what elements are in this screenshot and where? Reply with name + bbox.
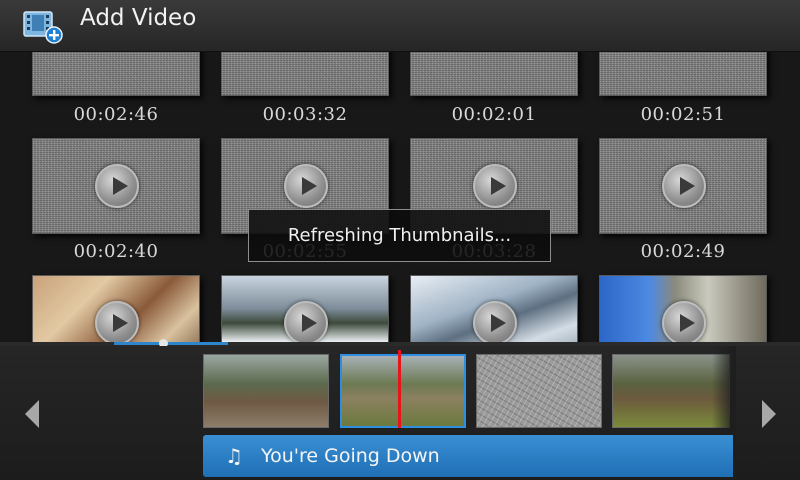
video-thumbnail[interactable]	[410, 275, 578, 342]
video-thumbnail[interactable]	[599, 138, 767, 234]
scrollbar-thumb[interactable]	[114, 342, 228, 345]
page-title: Add Video	[80, 5, 197, 31]
timeline-clip[interactable]	[203, 354, 329, 428]
music-track-title: You're Going Down	[261, 445, 440, 467]
video-duration: 00:03:32	[262, 104, 348, 125]
play-icon[interactable]	[284, 301, 328, 342]
title-bar: Add Video	[0, 0, 800, 52]
chevron-right-icon[interactable]	[762, 400, 776, 428]
video-thumbnail[interactable]	[221, 52, 389, 96]
video-duration: 00:02:01	[451, 104, 537, 125]
video-thumbnail[interactable]	[599, 275, 767, 342]
video-duration: 00:02:40	[73, 241, 159, 262]
video-duration: 00:02:46	[73, 104, 159, 125]
timeline-clip-selected[interactable]	[340, 354, 466, 428]
video-thumbnail[interactable]	[32, 52, 200, 96]
playhead[interactable]	[398, 350, 401, 428]
play-icon[interactable]	[284, 164, 328, 208]
refresh-toast: Refreshing Thumbnails...	[248, 209, 551, 262]
play-icon[interactable]	[95, 301, 139, 342]
video-thumbnail[interactable]	[599, 52, 767, 96]
film-add-icon	[23, 11, 63, 44]
video-thumbnail[interactable]	[410, 52, 578, 96]
video-grid[interactable]: 00:02:46 00:03:32 00:02:01 00:02:51 00:0…	[0, 52, 800, 342]
music-track-bar[interactable]: ♫ You're Going Down	[203, 435, 733, 477]
video-thumbnail[interactable]	[32, 138, 200, 234]
video-duration: 00:02:51	[640, 104, 726, 125]
play-icon[interactable]	[662, 164, 706, 208]
video-thumbnail[interactable]	[221, 275, 389, 342]
video-thumbnail[interactable]	[32, 275, 200, 342]
timeline-clip[interactable]	[476, 354, 602, 428]
music-note-icon: ♫	[225, 444, 243, 468]
play-icon[interactable]	[473, 301, 517, 342]
play-icon[interactable]	[473, 164, 517, 208]
play-icon[interactable]	[95, 164, 139, 208]
video-duration: 00:02:49	[640, 241, 726, 262]
chevron-left-icon[interactable]	[25, 400, 39, 428]
toast-message: Refreshing Thumbnails...	[287, 225, 512, 246]
play-icon[interactable]	[662, 301, 706, 342]
